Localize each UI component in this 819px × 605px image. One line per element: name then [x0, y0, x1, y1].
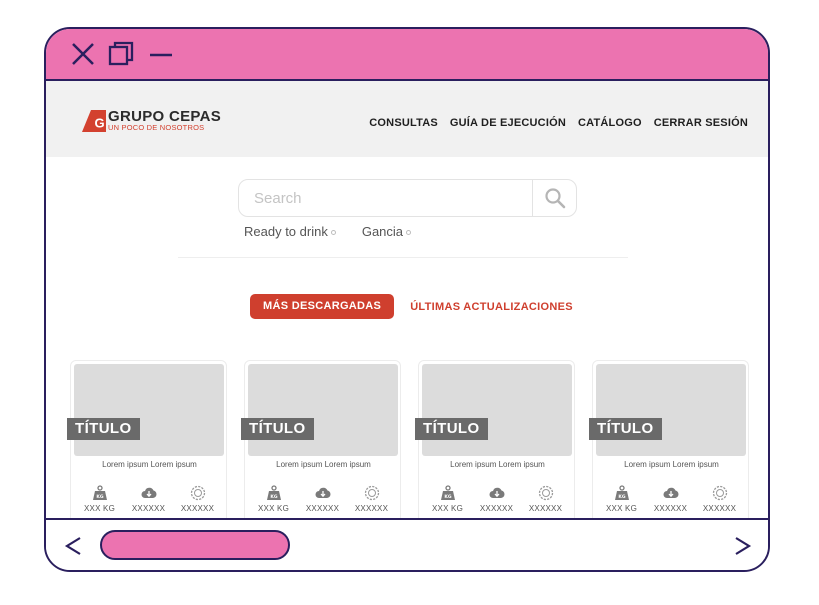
- stat-weight: KG XXX KG: [599, 485, 645, 513]
- chevron-right-icon[interactable]: [730, 534, 754, 558]
- cloud-download-icon: [141, 487, 156, 498]
- card-title: TÍTULO: [415, 418, 488, 440]
- content-tabs: MÁS DESCARGADAS ÚLTIMAS ACTUALIZACIONES: [250, 294, 573, 319]
- svg-text:KG: KG: [270, 494, 277, 500]
- stat-weight-value: XXX KG: [84, 504, 115, 513]
- horizontal-scrollbar[interactable]: [46, 518, 768, 570]
- filter-chips: Ready to drink Gancia: [244, 224, 412, 239]
- stat-updates-value: XXXXXX: [702, 504, 737, 513]
- badge-icon: [190, 485, 205, 501]
- divider: [178, 257, 628, 258]
- card-title: TÍTULO: [241, 418, 314, 440]
- cloud-download-icon: [663, 487, 678, 498]
- stat-weight-value: XXX KG: [258, 504, 289, 513]
- stat-downloads: XXXXXX: [126, 485, 172, 513]
- product-card[interactable]: TÍTULO Lorem ipsum Lorem ipsum KG XXX KG…: [415, 360, 575, 525]
- card-image: [422, 364, 572, 456]
- weight-kg-icon: KG: [614, 485, 629, 500]
- badge-icon: [538, 485, 553, 501]
- minimize-icon[interactable]: [146, 39, 176, 69]
- card-stats: KG XXX KG XXXXXX XXXXXX: [593, 485, 748, 513]
- chevron-left-icon[interactable]: [62, 534, 86, 558]
- card-grid: TÍTULO Lorem ipsum Lorem ipsum KG XXX KG…: [67, 360, 750, 525]
- stat-downloads-value: XXXXXX: [131, 504, 166, 513]
- logo-subtitle: UN POCO DE NOSOTROS: [108, 123, 205, 132]
- stat-downloads-value: XXXXXX: [653, 504, 688, 513]
- card-stats: KG XXX KG XXXXXX XXXXXX: [419, 485, 574, 513]
- chip-gancia[interactable]: Gancia: [361, 224, 412, 239]
- badge-icon: [364, 485, 379, 501]
- chip-remove-icon[interactable]: [330, 230, 336, 236]
- nav-consultas[interactable]: CONSULTAS: [369, 117, 438, 129]
- badge-icon: [712, 485, 727, 501]
- chip-remove-icon[interactable]: [406, 230, 412, 236]
- card-title: TÍTULO: [589, 418, 662, 440]
- search-icon: [545, 188, 566, 209]
- scrollbar-thumb[interactable]: [100, 530, 290, 560]
- stat-weight: KG XXX KG: [77, 485, 123, 513]
- window-titlebar: [46, 29, 768, 81]
- svg-text:KG: KG: [618, 494, 625, 500]
- product-card[interactable]: TÍTULO Lorem ipsum Lorem ipsum KG XXX KG…: [67, 360, 227, 525]
- search-bar: [238, 179, 577, 217]
- search-input[interactable]: [239, 180, 532, 216]
- chip-ready-to-drink[interactable]: Ready to drink: [244, 224, 336, 239]
- stat-weight-value: XXX KG: [432, 504, 463, 513]
- stat-downloads: XXXXXX: [300, 485, 346, 513]
- site-header: G GRUPO CEPAS UN POCO DE NOSOTROS CONSUL…: [46, 81, 768, 157]
- weight-kg-icon: KG: [440, 485, 455, 500]
- card-image: [248, 364, 398, 456]
- stat-downloads-value: XXXXXX: [305, 504, 340, 513]
- tab-mas-descargadas[interactable]: MÁS DESCARGADAS: [250, 294, 395, 319]
- card-image: [74, 364, 224, 456]
- tab-ultimas-actualizaciones[interactable]: ÚLTIMAS ACTUALIZACIONES: [410, 301, 573, 313]
- logo[interactable]: G GRUPO CEPAS UN POCO DE NOSOTROS: [82, 108, 262, 138]
- stat-updates-value: XXXXXX: [354, 504, 389, 513]
- card-description: Lorem ipsum Lorem ipsum: [450, 460, 545, 469]
- chip-label: Gancia: [361, 224, 404, 239]
- card-description: Lorem ipsum Lorem ipsum: [276, 460, 371, 469]
- maximize-icon[interactable]: [106, 39, 136, 69]
- weight-kg-icon: KG: [92, 485, 107, 500]
- stat-weight: KG XXX KG: [251, 485, 297, 513]
- nav-guia-de-ejecucion[interactable]: GUÍA DE EJECUCIÓN: [450, 117, 566, 129]
- card-description: Lorem ipsum Lorem ipsum: [624, 460, 719, 469]
- svg-text:KG: KG: [96, 494, 103, 500]
- weight-kg-icon: KG: [266, 485, 281, 500]
- stat-downloads: XXXXXX: [648, 485, 694, 513]
- stat-updates: XXXXXX: [697, 485, 743, 513]
- chip-label: Ready to drink: [244, 224, 328, 239]
- product-card[interactable]: TÍTULO Lorem ipsum Lorem ipsum KG XXX KG…: [241, 360, 401, 525]
- nav-cerrar-sesion[interactable]: CERRAR SESIÓN: [654, 117, 748, 129]
- cloud-download-icon: [315, 487, 330, 498]
- main-nav: CONSULTAS GUÍA DE EJECUCIÓN CATÁLOGO CER…: [369, 117, 748, 129]
- product-card[interactable]: TÍTULO Lorem ipsum Lorem ipsum KG XXX KG…: [589, 360, 749, 525]
- close-icon[interactable]: [68, 39, 98, 69]
- stat-updates: XXXXXX: [523, 485, 569, 513]
- logo-letter: G: [95, 116, 105, 131]
- card-stats: KG XXX KG XXXXXX XXXXXX: [71, 485, 226, 513]
- svg-text:KG: KG: [444, 494, 451, 500]
- stat-updates-value: XXXXXX: [180, 504, 215, 513]
- stat-updates: XXXXXX: [175, 485, 221, 513]
- stat-downloads: XXXXXX: [474, 485, 520, 513]
- cloud-download-icon: [489, 487, 504, 498]
- nav-catalogo[interactable]: CATÁLOGO: [578, 117, 642, 129]
- stat-weight: KG XXX KG: [425, 485, 471, 513]
- stat-updates: XXXXXX: [349, 485, 395, 513]
- card-description: Lorem ipsum Lorem ipsum: [102, 460, 197, 469]
- stat-downloads-value: XXXXXX: [479, 504, 514, 513]
- stat-updates-value: XXXXXX: [528, 504, 563, 513]
- card-image: [596, 364, 746, 456]
- card-stats: KG XXX KG XXXXXX XXXXXX: [245, 485, 400, 513]
- search-button[interactable]: [532, 180, 576, 216]
- browser-window: G GRUPO CEPAS UN POCO DE NOSOTROS CONSUL…: [44, 27, 770, 572]
- card-title: TÍTULO: [67, 418, 140, 440]
- stat-weight-value: XXX KG: [606, 504, 637, 513]
- logo-mark: G: [82, 110, 106, 132]
